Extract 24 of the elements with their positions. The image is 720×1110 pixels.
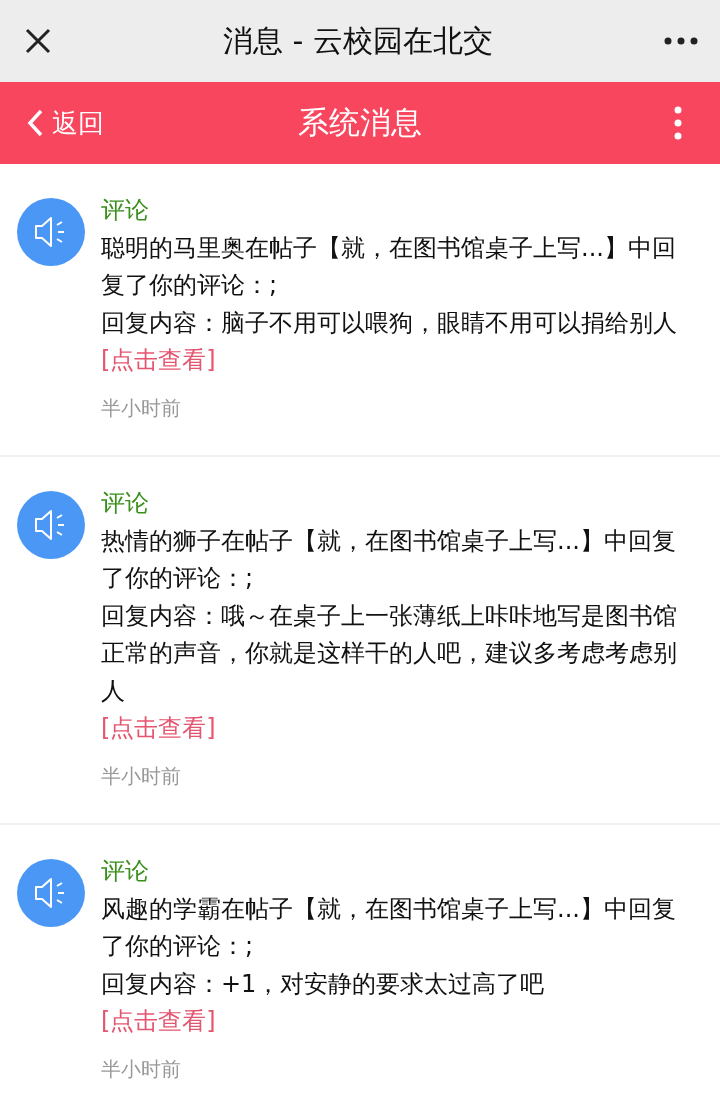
view-link[interactable]: [点击查看] [101, 342, 697, 380]
speaker-icon [17, 491, 85, 559]
page-title: 系统消息 [298, 103, 422, 142]
view-link[interactable]: [点击查看] [101, 1003, 697, 1041]
timestamp: 半小时前 [101, 394, 182, 422]
message-category: 评论 [101, 856, 150, 887]
more-icon[interactable] [664, 37, 698, 45]
speaker-icon [17, 859, 85, 927]
message-text: 风趣的学霸在帖子【就，在图书馆桌子上写...】中回复了你的评论：; [101, 893, 677, 962]
reply-text: 回复内容：哦～在桌子上一张薄纸上咔咔地写是图书馆正常的声音，你就是这样干的人吧，建议多考虑考虑别人 [101, 600, 678, 707]
reply-text: 回复内容：+1，对安静的要求太过高了吧 [101, 968, 546, 1000]
message-text: 聪明的马里奥在帖子【就，在图书馆桌子上写...】中回复了你的评论：; [101, 232, 677, 301]
back-button[interactable]: 返回 [26, 105, 104, 141]
message-category: 评论 [101, 195, 150, 226]
window-title: 消息 - 云校园在北交 [223, 21, 493, 60]
close-icon[interactable] [24, 27, 52, 55]
timestamp: 半小时前 [101, 1055, 182, 1083]
speaker-icon [17, 198, 85, 266]
timestamp: 半小时前 [101, 762, 182, 790]
back-icon[interactable] [26, 108, 44, 138]
view-link[interactable]: [点击查看] [101, 710, 697, 748]
message-category: 评论 [101, 488, 150, 519]
message-text: 热情的狮子在帖子【就，在图书馆桌子上写...】中回复了你的评论：; [101, 525, 677, 594]
reply-text: 回复内容：脑子不用可以喂狗，眼睛不用可以捐给别人 [101, 307, 678, 339]
